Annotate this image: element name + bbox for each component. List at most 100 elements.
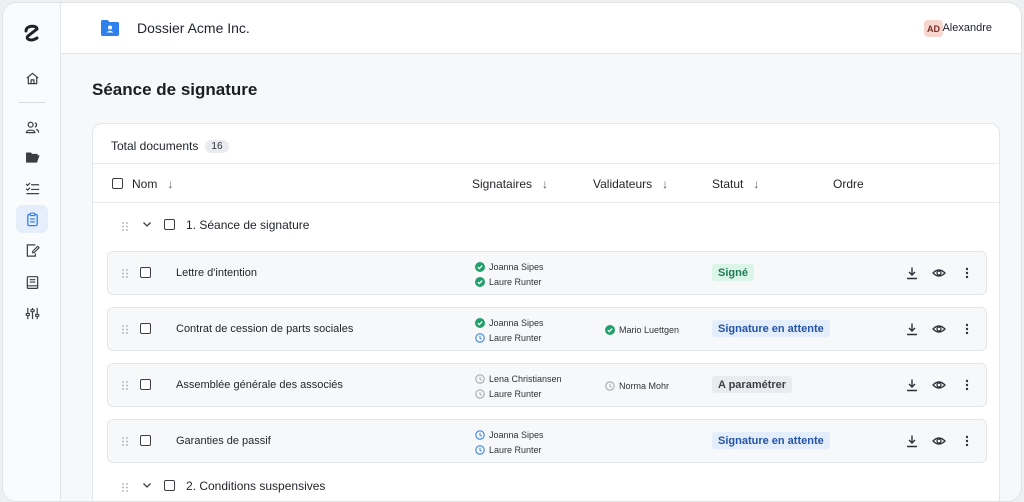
row-checkbox[interactable] [140, 435, 151, 446]
validator-name: Norma Mohr [619, 380, 670, 391]
signers-cell: Joanna Sipes Laure Runter [475, 315, 544, 345]
top-bar: Dossier Acme Inc. AD Alexandre [61, 3, 1021, 54]
drag-handle-icon[interactable] [122, 222, 128, 231]
check-circle-icon [605, 324, 615, 335]
validator-name: Mario Luettgen [619, 324, 680, 335]
signers-cell: Joanna Sipes Laure Runter [475, 427, 544, 457]
signer: Joanna Sipes [475, 315, 544, 330]
table-row[interactable]: Lettre d'intention Joanna Sipes Laure Ru… [107, 251, 987, 295]
row-checkbox[interactable] [140, 379, 151, 390]
row-checkbox[interactable] [140, 267, 151, 278]
signer-name: Laure Runter [489, 276, 542, 287]
sidebar [3, 3, 61, 501]
status-badge: Signé [712, 264, 754, 281]
group-checkbox[interactable] [164, 480, 175, 491]
more-options-button[interactable] [959, 433, 975, 449]
drag-handle-icon[interactable] [122, 437, 128, 446]
sidebar-item-users[interactable] [16, 113, 48, 141]
edit-document-icon [26, 243, 40, 257]
validators-cell: Mario Luettgen [605, 322, 679, 337]
folder-open-icon [25, 151, 39, 163]
table-row[interactable]: Assemblée générale des associés Lena Chr… [107, 363, 987, 407]
signer-name: Joanna Sipes [489, 317, 544, 328]
column-label: Signataires [472, 177, 533, 191]
download-icon [907, 267, 917, 280]
user-name[interactable]: Alexandre [942, 22, 992, 34]
clipboard-icon [26, 212, 38, 226]
signer: Laure Runter [475, 330, 544, 345]
preview-button[interactable] [931, 377, 947, 393]
drag-handle-icon[interactable] [122, 269, 128, 278]
folder-user-icon [101, 20, 119, 36]
signer-name: Lena Christiansen [489, 373, 562, 384]
column-header-order[interactable]: Ordre [833, 177, 864, 191]
documents-table-card: Total documents 16 Nom ↓ Signataires ↓ Val… [92, 123, 1000, 501]
drag-handle-icon[interactable] [122, 325, 128, 334]
sidebar-item-signature-sessions[interactable] [16, 205, 48, 233]
more-options-button[interactable] [959, 265, 975, 281]
sliders-icon [25, 307, 39, 319]
preview-button[interactable] [931, 321, 947, 337]
validators-cell: Norma Mohr [605, 378, 669, 393]
users-icon [25, 121, 39, 133]
app-window: Dossier Acme Inc. AD Alexandre Séance de… [2, 2, 1022, 502]
chevron-down-icon[interactable] [142, 219, 152, 229]
signer-name: Joanna Sipes [489, 429, 544, 440]
avatar[interactable]: AD [924, 20, 943, 37]
sort-arrow-icon: ↓ [662, 177, 669, 191]
column-header-validators[interactable]: Validateurs ↓ [593, 177, 668, 191]
chevron-down-icon[interactable] [142, 480, 152, 490]
table-row[interactable]: Garanties de passif Joanna Sipes Laure R… [107, 419, 987, 463]
signer-name: Joanna Sipes [489, 261, 544, 272]
more-options-button[interactable] [959, 321, 975, 337]
eye-icon [932, 325, 946, 333]
drag-handle-icon[interactable] [122, 381, 128, 390]
sidebar-item-settings[interactable] [16, 299, 48, 327]
document-name[interactable]: Assemblée générale des associés [176, 379, 343, 391]
clock-icon [475, 332, 485, 343]
sidebar-item-folders[interactable] [16, 143, 48, 171]
group-checkbox[interactable] [164, 219, 175, 230]
more-vertical-icon [965, 323, 969, 335]
clock-icon [475, 388, 485, 399]
download-icon [907, 323, 917, 336]
signer: Joanna Sipes [475, 259, 544, 274]
app-logo-icon[interactable] [22, 23, 42, 43]
more-options-button[interactable] [959, 377, 975, 393]
document-name[interactable]: Garanties de passif [176, 435, 271, 447]
page-title: Séance de signature [92, 80, 258, 99]
validator: Mario Luettgen [605, 322, 679, 337]
column-header-status[interactable]: Statut ↓ [712, 177, 759, 191]
sidebar-item-home[interactable] [16, 64, 48, 92]
table-row[interactable]: Contrat de cession de parts sociales Joa… [107, 307, 987, 351]
select-all-checkbox[interactable] [112, 178, 123, 189]
download-button[interactable] [904, 321, 920, 337]
group-row[interactable]: 1. Séance de signature [93, 216, 999, 236]
divider [93, 202, 999, 203]
sidebar-item-documents[interactable] [16, 236, 48, 264]
sidebar-item-tasks[interactable] [16, 174, 48, 202]
document-name[interactable]: Contrat de cession de parts sociales [176, 323, 353, 335]
status-badge: Signature en attente [712, 320, 830, 337]
total-documents-label: Total documents [111, 139, 199, 153]
signer-name: Laure Runter [489, 388, 542, 399]
row-checkbox[interactable] [140, 323, 151, 334]
drag-handle-icon[interactable] [122, 483, 128, 492]
column-header-name[interactable]: Nom ↓ [132, 177, 173, 191]
signer-name: Laure Runter [489, 332, 542, 343]
eye-icon [932, 437, 946, 445]
download-icon [907, 435, 917, 448]
preview-button[interactable] [931, 265, 947, 281]
column-label: Statut [712, 177, 744, 191]
document-name[interactable]: Lettre d'intention [176, 267, 257, 279]
sidebar-item-registry[interactable] [16, 268, 48, 296]
preview-button[interactable] [931, 433, 947, 449]
column-label: Nom [132, 177, 158, 191]
group-row[interactable]: 2. Conditions suspensives [93, 477, 999, 497]
download-button[interactable] [904, 377, 920, 393]
download-button[interactable] [904, 265, 920, 281]
check-circle-icon [475, 261, 485, 272]
documents-summary: Total documents 16 [111, 138, 229, 154]
column-header-signers[interactable]: Signataires ↓ [472, 177, 548, 191]
download-button[interactable] [904, 433, 920, 449]
